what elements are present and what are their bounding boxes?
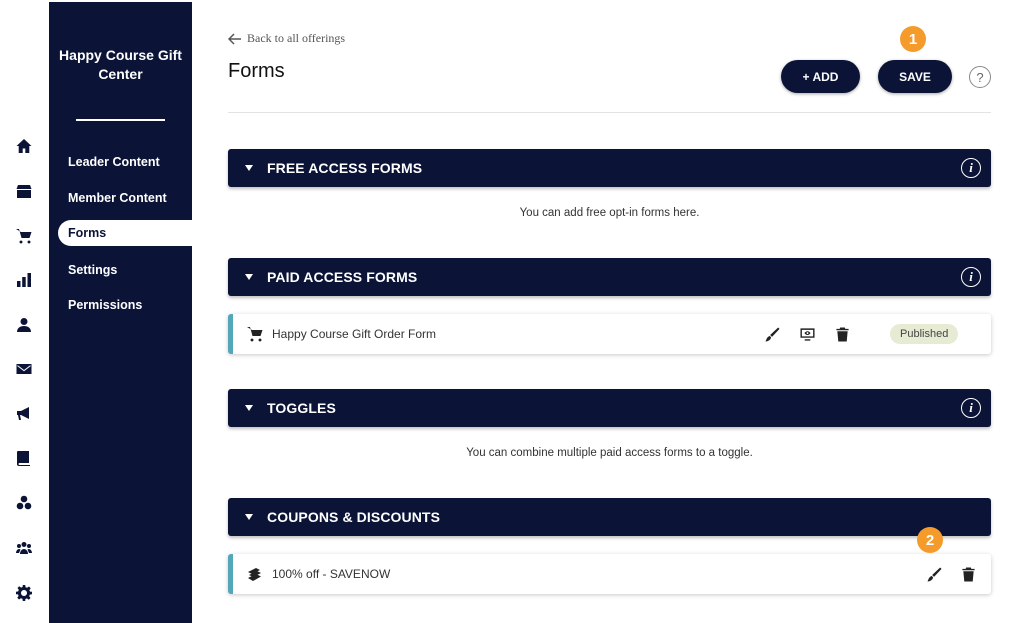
sidebar-item-settings[interactable]: Settings xyxy=(68,260,117,280)
chart-icon[interactable] xyxy=(14,270,34,290)
page-title: Forms xyxy=(228,60,285,82)
icon-rail xyxy=(0,0,48,623)
back-link[interactable]: Back to all offerings xyxy=(228,31,345,46)
step-marker-2: 2 xyxy=(917,527,943,553)
sidebar-divider xyxy=(76,119,165,121)
section-title: COUPONS & DISCOUNTS xyxy=(267,509,441,525)
group-icon[interactable] xyxy=(14,538,34,558)
list-item[interactable]: 100% off - SAVENOW xyxy=(228,554,991,594)
caret-down-icon xyxy=(245,274,253,280)
section-coupons-discounts[interactable]: COUPONS & DISCOUNTS xyxy=(228,498,991,536)
info-icon[interactable]: i xyxy=(961,398,981,418)
section-hint: You can add free opt-in forms here. xyxy=(519,207,700,219)
cart-icon xyxy=(246,325,264,343)
community-icon[interactable] xyxy=(14,493,34,513)
trash-icon[interactable] xyxy=(833,325,851,343)
caret-down-icon xyxy=(245,405,253,411)
section-hint: You can combine multiple paid access for… xyxy=(466,447,753,459)
sidebar-item-permissions[interactable]: Permissions xyxy=(68,295,142,315)
coupon-name: 100% off - SAVENOW xyxy=(272,567,391,581)
home-icon[interactable] xyxy=(14,136,34,156)
add-button[interactable]: + ADD xyxy=(781,60,860,93)
sidebar-item-leader-content[interactable]: Leader Content xyxy=(68,152,160,172)
section-paid-access-forms[interactable]: PAID ACCESS FORMS i xyxy=(228,258,991,296)
help-icon[interactable]: ? xyxy=(969,66,991,88)
header-divider xyxy=(228,112,991,113)
section-title: PAID ACCESS FORMS xyxy=(267,269,418,285)
edit-icon[interactable] xyxy=(925,565,943,583)
sidebar-item-forms[interactable]: Forms xyxy=(58,220,192,246)
course-sidebar: Happy Course Gift Center Leader Content … xyxy=(49,2,192,623)
gear-icon[interactable] xyxy=(14,583,34,603)
back-link-label: Back to all offerings xyxy=(247,31,346,45)
trash-icon[interactable] xyxy=(959,565,977,583)
section-title: TOGGLES xyxy=(267,400,336,416)
status-badge: Published xyxy=(890,324,959,344)
arrow-left-icon xyxy=(228,32,241,45)
preview-icon[interactable] xyxy=(798,325,816,343)
info-icon[interactable]: i xyxy=(961,267,981,287)
edit-icon[interactable] xyxy=(763,325,781,343)
cart-icon[interactable] xyxy=(14,226,34,246)
megaphone-icon[interactable] xyxy=(14,403,34,423)
step-marker-1: 1 xyxy=(900,26,926,52)
section-title: FREE ACCESS FORMS xyxy=(267,160,423,176)
section-free-access-forms[interactable]: FREE ACCESS FORMS i xyxy=(228,149,991,187)
person-icon[interactable] xyxy=(14,315,34,335)
form-name: Happy Course Gift Order Form xyxy=(272,327,437,341)
save-button[interactable]: SAVE xyxy=(878,60,952,93)
coupon-icon xyxy=(246,565,264,583)
list-item[interactable]: Happy Course Gift Order Form Published xyxy=(228,314,991,354)
store-icon[interactable] xyxy=(14,181,34,201)
mail-icon[interactable] xyxy=(14,359,34,379)
caret-down-icon xyxy=(245,165,253,171)
info-icon[interactable]: i xyxy=(961,158,981,178)
book-icon[interactable] xyxy=(14,448,34,468)
section-toggles[interactable]: TOGGLES i xyxy=(228,389,991,427)
sidebar-title: Happy Course Gift Center xyxy=(59,47,182,82)
caret-down-icon xyxy=(245,514,253,520)
sidebar-item-member-content[interactable]: Member Content xyxy=(68,188,167,208)
